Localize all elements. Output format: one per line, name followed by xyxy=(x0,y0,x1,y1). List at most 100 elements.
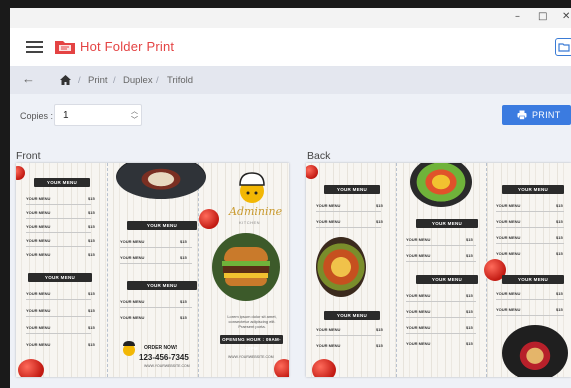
breadcrumb-separator: / xyxy=(156,75,159,86)
menu-tag: YOUR MENU xyxy=(34,178,90,187)
menu-price: $15 xyxy=(88,238,95,243)
back-arrow-icon[interactable]: ← xyxy=(22,71,35,86)
chef-hat-icon xyxy=(123,341,135,356)
menu-item: YOUR MENU xyxy=(496,251,521,256)
minimize-button[interactable]: – xyxy=(515,11,520,22)
item-desc xyxy=(26,299,91,300)
maximize-button[interactable]: □ xyxy=(538,11,547,22)
back-preview: YOUR MENU YOUR MENU $15 YOUR MENU $15 YO… xyxy=(306,163,571,377)
item-desc xyxy=(496,299,564,300)
item-desc xyxy=(316,211,381,212)
menu-item: YOUR MENU xyxy=(406,293,431,298)
opening-hours: OPENING HOUR : 09AM-10PM xyxy=(220,335,283,351)
menu-item: YOUR MENU xyxy=(406,237,431,242)
menu-price: $15 xyxy=(556,251,563,256)
hamburger-menu-icon[interactable] xyxy=(26,41,43,53)
item-desc xyxy=(406,333,476,334)
menu-item: YOUR MENU xyxy=(316,219,341,224)
website-label: WWW.YOURWEBSITE.COM xyxy=(144,364,190,368)
menu-tag: YOUR MENU xyxy=(324,185,380,194)
menu-price: $15 xyxy=(88,196,95,201)
fold-line xyxy=(198,163,199,377)
item-desc xyxy=(26,316,91,317)
menu-item: YOUR MENU xyxy=(120,299,145,304)
pepper-image xyxy=(312,359,336,377)
pepper-image xyxy=(18,359,44,377)
chevron-up-icon[interactable]: ︿ xyxy=(131,108,138,115)
home-icon[interactable] xyxy=(60,75,71,85)
menu-item: YOUR MENU xyxy=(496,307,521,312)
menu-price: $15 xyxy=(466,341,473,346)
menu-tag: YOUR MENU xyxy=(416,275,478,284)
menu-item: YOUR MENU xyxy=(26,224,51,229)
title-bar: – □ ✕ xyxy=(10,8,571,28)
menu-price: $15 xyxy=(180,315,187,320)
chevron-down-icon[interactable]: ﹀ xyxy=(131,117,138,124)
menu-item: YOUR MENU xyxy=(316,203,341,208)
menu-item: YOUR MENU xyxy=(406,253,431,258)
breadcrumb: ← / Print / Duplex / Trifold xyxy=(10,67,571,94)
menu-tag: YOUR MENU xyxy=(127,281,197,290)
item-desc xyxy=(26,232,91,233)
folder-icon[interactable] xyxy=(555,38,571,56)
menu-price: $15 xyxy=(466,253,473,258)
menu-price: $15 xyxy=(180,239,187,244)
menu-item: YOUR MENU xyxy=(496,235,521,240)
menu-price: $15 xyxy=(88,291,95,296)
print-button[interactable]: PRINT xyxy=(502,105,571,125)
website-label: WWW.YOURWEBSITE.COM xyxy=(228,355,274,359)
menu-item: YOUR MENU xyxy=(120,255,145,260)
menu-price: $15 xyxy=(556,219,563,224)
menu-item: YOUR MENU xyxy=(406,341,431,346)
copies-input[interactable]: 1 ︿ ﹀ xyxy=(54,104,142,126)
item-desc xyxy=(120,307,192,308)
item-desc xyxy=(496,211,564,212)
copies-label: Copies : xyxy=(20,111,54,121)
app-title: Hot Folder Print xyxy=(80,39,175,54)
item-desc xyxy=(26,333,91,334)
pizza-image xyxy=(316,237,366,297)
menu-price: $15 xyxy=(466,293,473,298)
back-label: Back xyxy=(307,150,331,162)
item-desc xyxy=(26,246,91,247)
breadcrumb-item-trifold: Trifold xyxy=(167,75,194,86)
menu-price: $15 xyxy=(180,255,187,260)
menu-price: $15 xyxy=(180,299,187,304)
brand-name: Adminine xyxy=(229,205,283,218)
front-label: Front xyxy=(16,150,41,162)
menu-item: YOUR MENU xyxy=(406,325,431,330)
item-desc xyxy=(26,218,91,219)
tagline: Lorem ipsum dolor sit amet, consectetur … xyxy=(227,314,277,329)
fold-line xyxy=(396,163,397,377)
menu-item: YOUR MENU xyxy=(406,309,431,314)
menu-price: $15 xyxy=(376,203,383,208)
breadcrumb-item-duplex[interactable]: Duplex xyxy=(123,75,153,86)
menu-price: $15 xyxy=(88,308,95,313)
menu-item: YOUR MENU xyxy=(26,325,51,330)
close-button[interactable]: ✕ xyxy=(562,11,570,22)
front-preview: YOUR MENU YOUR MENU $15 YOUR MENU $15 YO… xyxy=(16,163,289,377)
item-desc xyxy=(406,261,476,262)
menu-item: YOUR MENU xyxy=(26,291,51,296)
menu-tag: YOUR MENU xyxy=(416,219,478,228)
menu-tag: YOUR MENU xyxy=(28,273,92,282)
menu-price: $15 xyxy=(88,252,95,257)
item-desc xyxy=(496,243,564,244)
menu-price: $15 xyxy=(556,291,563,296)
menu-price: $15 xyxy=(466,325,473,330)
breadcrumb-separator: / xyxy=(78,75,81,86)
menu-price: $15 xyxy=(466,237,473,242)
breadcrumb-item-print[interactable]: Print xyxy=(88,75,108,86)
item-desc xyxy=(120,247,192,248)
menu-price: $15 xyxy=(376,343,383,348)
item-desc xyxy=(120,263,192,264)
breadcrumb-separator: / xyxy=(113,75,116,86)
tomato-image xyxy=(199,209,219,229)
menu-item: YOUR MENU xyxy=(26,196,51,201)
printer-icon xyxy=(517,110,527,120)
brand-subtitle: KITCHEN xyxy=(239,220,261,225)
chef-logo-icon xyxy=(239,172,265,203)
menu-item: YOUR MENU xyxy=(26,308,51,313)
print-button-label: PRINT xyxy=(532,110,561,120)
menu-item: YOUR MENU xyxy=(496,291,521,296)
